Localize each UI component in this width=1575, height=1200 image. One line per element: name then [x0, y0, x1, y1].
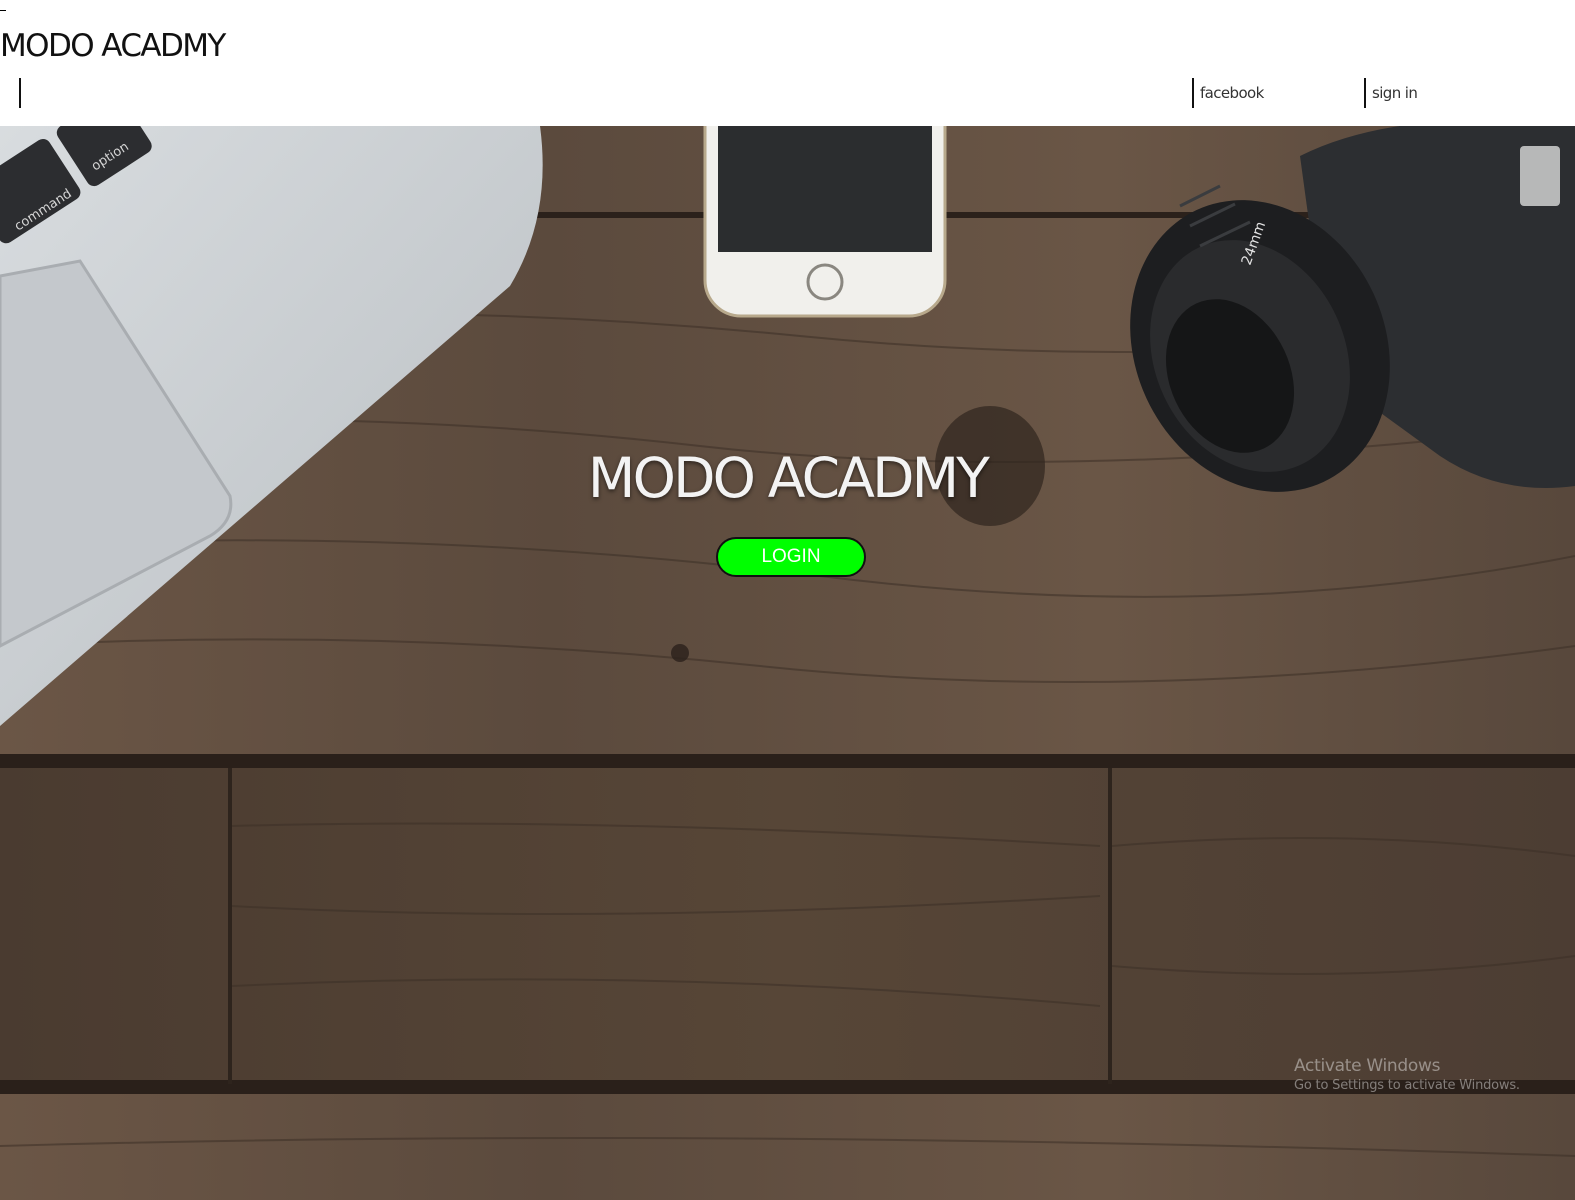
login-button[interactable]: LOGIN: [716, 537, 866, 577]
corner-tick: [0, 10, 6, 11]
nav-link-sign-in[interactable]: sign in: [1364, 78, 1418, 108]
hero-background: command option 24mm: [0, 126, 1575, 1200]
phone-image: [703, 126, 947, 318]
site-title: MODO ACADMY: [0, 28, 226, 64]
watermark-line-1: Activate Windows: [1294, 1056, 1441, 1076]
nav-link-facebook[interactable]: facebook: [1192, 78, 1264, 108]
hero-section: command option 24mm MODO ACADMY LOGIN Ac…: [0, 126, 1575, 1200]
top-header: MODO ACADMY facebook sign in: [0, 0, 1575, 126]
watermark-line-2: Go to Settings to activate Windows.: [1294, 1078, 1520, 1093]
page: MODO ACADMY facebook sign in command opt…: [0, 0, 1575, 1200]
windows-activation-watermark: Activate Windows Go to Settings to activ…: [1294, 1056, 1520, 1093]
hero-title: MODO ACADMY: [587, 446, 990, 510]
nav-link-empty[interactable]: [19, 78, 29, 108]
